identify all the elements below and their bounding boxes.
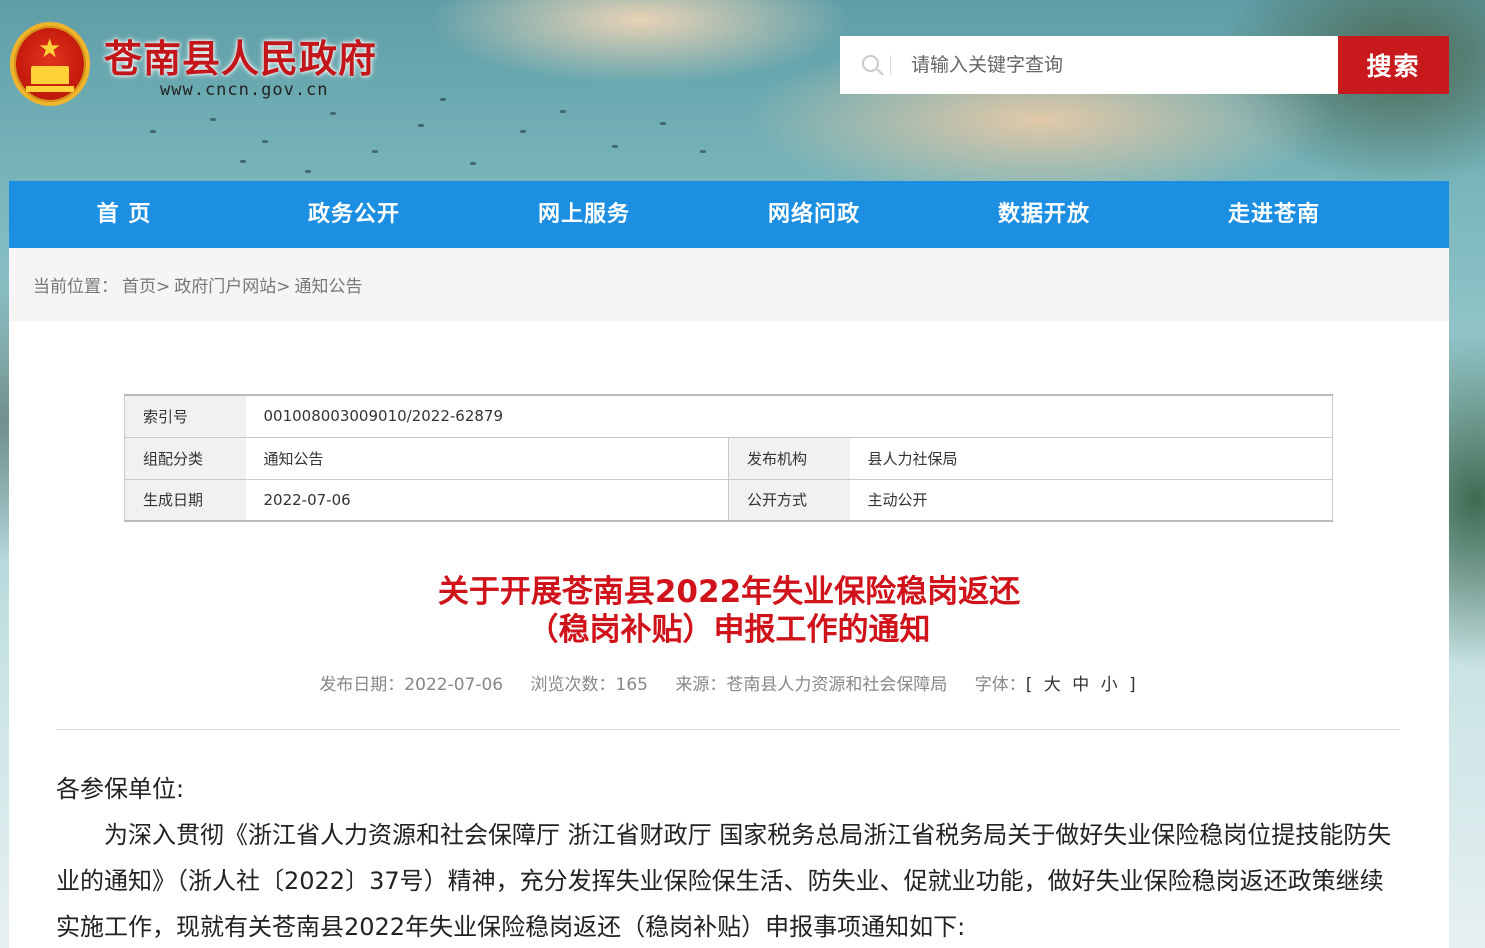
font-size-control: 字体：[ 大 中 小 ]	[975, 675, 1139, 695]
article-title: 关于开展苍南县2022年失业保险稳岗返还 （稳岗补贴）申报工作的通知	[9, 573, 1449, 649]
publish-date: 发布日期：2022-07-06	[319, 675, 504, 695]
national-emblem-icon: ★	[10, 22, 90, 106]
font-size-label: 字体：	[974, 675, 1026, 695]
article-body: 各参保单位: 为深入贯彻《浙江省人力资源和社会保障厅 浙江省财政厅 国家税务总局…	[56, 766, 1400, 948]
nav-item-about-cangnan[interactable]: 走进苍南	[1159, 181, 1389, 248]
meta-category-value: 通知公告	[245, 436, 729, 480]
nav-item-online-services[interactable]: 网上服务	[469, 181, 699, 248]
meta-category-label: 组配分类	[124, 436, 246, 480]
meta-org-value: 县人力社保局	[849, 436, 1333, 480]
article-content: 索引号 001008003009010/2022-62879 组配分类 通知公告…	[9, 321, 1449, 948]
meta-mode-value: 主动公开	[849, 478, 1333, 522]
nav-item-home[interactable]: 首 页	[9, 181, 239, 248]
meta-index-value: 001008003009010/2022-62879	[245, 394, 1333, 438]
meta-date-value: 2022-07-06	[245, 478, 729, 522]
search-separator	[890, 55, 891, 75]
search-input[interactable]	[911, 54, 1338, 76]
breadcrumb-portal[interactable]: 政府门户网站>	[174, 272, 290, 297]
breadcrumb-prefix: 当前位置：	[33, 277, 118, 297]
table-row: 索引号 001008003009010/2022-62879	[124, 394, 1333, 438]
breadcrumb-notices[interactable]: 通知公告	[295, 272, 363, 297]
article-meta-table: 索引号 001008003009010/2022-62879 组配分类 通知公告…	[124, 394, 1333, 522]
site-title: 苍南县人民政府	[104, 36, 378, 81]
breadcrumb-home[interactable]: 首页>	[122, 272, 170, 297]
article-paragraph: 为深入贯彻《浙江省人力资源和社会保障厅 浙江省财政厅 国家税务总局浙江省税务局关…	[56, 821, 1392, 941]
site-url: www.cncn.gov.cn	[160, 80, 329, 100]
divider	[56, 729, 1400, 730]
search-box	[840, 36, 1338, 94]
meta-org-label: 发布机构	[728, 436, 850, 480]
nav-item-open-data[interactable]: 数据开放	[929, 181, 1159, 248]
view-count: 浏览次数：165	[530, 675, 648, 695]
main-nav: 首 页 政务公开 网上服务 网络问政 数据开放 走进苍南	[9, 181, 1449, 248]
article-info: 发布日期：2022-07-06 浏览次数：165 来源：苍南县人力资源和社会保障…	[9, 670, 1449, 695]
table-row: 生成日期 2022-07-06 公开方式 主动公开	[124, 478, 1333, 522]
table-row: 组配分类 通知公告 发布机构 县人力社保局	[124, 436, 1333, 480]
nav-item-online-inquiry[interactable]: 网络问政	[699, 181, 929, 248]
font-size-options[interactable]: [ 大 中 小 ]	[1026, 675, 1139, 695]
article-title-line2: （稳岗补贴）申报工作的通知	[527, 612, 931, 648]
search-icon	[840, 36, 890, 94]
breadcrumb: 当前位置： 首页> 政府门户网站> 通知公告	[9, 248, 1449, 321]
meta-mode-label: 公开方式	[728, 478, 850, 522]
article-salutation: 各参保单位:	[56, 775, 185, 803]
nav-item-gov-affairs[interactable]: 政务公开	[239, 181, 469, 248]
article-title-line1: 关于开展苍南县2022年失业保险稳岗返还	[437, 574, 1021, 610]
meta-date-label: 生成日期	[124, 478, 246, 522]
search-button[interactable]: 搜索	[1338, 36, 1449, 94]
meta-index-label: 索引号	[124, 394, 246, 438]
article-source: 来源：苍南县人力资源和社会保障局	[675, 675, 948, 695]
